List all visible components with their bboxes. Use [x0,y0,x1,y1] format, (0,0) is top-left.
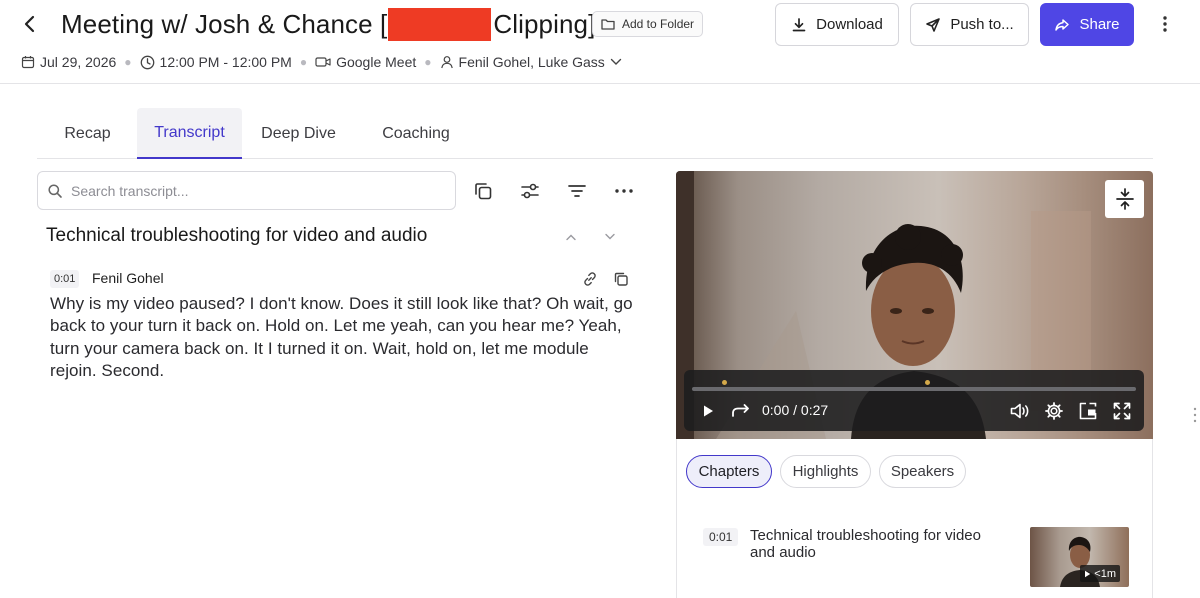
more-transcript-options-button[interactable] [611,178,637,204]
add-to-folder-button[interactable]: Add to Folder [592,11,704,37]
copy-link-button[interactable] [581,270,599,288]
time-display: 0:00 / 0:27 [762,402,828,418]
search-icon [48,183,62,198]
back-button[interactable] [18,12,42,36]
redo-arrow-icon [732,404,749,417]
push-to-button[interactable]: Push to... [910,3,1029,46]
chapter-timestamp[interactable]: 0:01 [703,528,739,546]
next-chapter-button[interactable] [600,227,620,247]
fullscreen-button[interactable] [1111,401,1133,421]
meta-platform: Google Meet [315,54,416,70]
participants-dropdown[interactable]: Fenil Gohel, Luke Gass [440,54,622,70]
more-options-button[interactable] [1154,12,1176,36]
download-icon [792,17,806,31]
meeting-meta: Jul 29, 2026 ● 12:00 PM - 12:00 PM ● Goo… [21,52,622,72]
meta-time: 12:00 PM - 12:00 PM [140,54,292,70]
separator-dot: ● [124,55,132,69]
settings-button[interactable] [1043,401,1065,421]
add-to-folder-label: Add to Folder [622,17,695,31]
user-icon [440,56,453,69]
segment-text: Why is my video paused? I don't know. Do… [50,294,633,380]
search-box [37,171,456,210]
tab-coaching[interactable]: Coaching [359,108,473,159]
chapter-heading: Technical troubleshooting for video and … [46,225,428,246]
meeting-title: Meeting w/ Josh & Chance [ Clipping] [61,6,595,42]
volume-button[interactable] [1009,401,1031,421]
title-suffix: Clipping] [493,8,596,39]
meta-date-text: Jul 29, 2026 [40,54,117,70]
clock-icon [140,55,154,69]
picture-in-picture-icon [1079,402,1097,420]
download-label: Download [816,16,883,33]
tab-chapters[interactable]: Chapters [686,455,772,488]
main-tabs: Recap Transcript Deep Dive Coaching [37,108,1153,159]
participants-text: Fenil Gohel, Luke Gass [458,54,605,70]
gear-icon [1045,402,1063,420]
filter-button[interactable] [564,178,590,204]
meta-time-text: 12:00 PM - 12:00 PM [159,54,292,70]
share-label: Share [1079,16,1120,33]
adjust-button[interactable] [517,178,543,204]
meta-platform-text: Google Meet [336,54,417,70]
progress-bar[interactable] [692,380,1136,391]
title-prefix: Meeting w/ Josh & Chance [ [61,8,388,39]
separator-dot: ● [299,55,308,69]
resize-handle[interactable] [1192,406,1198,424]
play-button[interactable] [700,401,716,421]
player-controls: 0:00 / 0:27 [684,370,1144,431]
chapter-marker[interactable] [722,380,727,385]
drag-handle-icon [1193,407,1197,423]
skip-forward-button[interactable] [731,401,751,421]
search-input[interactable] [71,182,431,199]
chapter-marker[interactable] [925,380,930,385]
push-to-label: Push to... [950,16,1014,33]
duration-badge-text: <1m [1094,567,1116,580]
previous-chapter-button[interactable] [561,227,581,247]
copy-icon [475,183,492,200]
vertical-dots-icon [1163,16,1167,32]
time-separator: / [793,402,798,418]
separator-dot: ● [424,55,432,69]
download-button[interactable]: Download [775,3,899,46]
speaker-name: Fenil Gohel [92,270,164,286]
segment-timestamp[interactable]: 0:01 [50,270,80,288]
send-icon [926,17,941,32]
tab-recap[interactable]: Recap [37,108,138,159]
share-icon [1055,18,1070,31]
picture-in-picture-button[interactable] [1077,401,1099,421]
horizontal-dots-icon [615,189,633,193]
sliders-icon [521,183,539,199]
filter-lines-icon [568,185,586,197]
play-icon [704,405,713,417]
chevron-left-icon [24,15,35,33]
video-camera-icon [315,57,331,67]
tab-speakers[interactable]: Speakers [879,455,966,488]
copy-icon [614,272,628,286]
redacted-block [388,7,492,41]
chevron-up-icon [566,234,576,241]
play-icon [1085,570,1091,577]
duration: 0:27 [800,402,829,418]
tab-highlights[interactable]: Highlights [780,455,871,488]
chevron-down-icon [610,58,622,65]
chapter-title[interactable]: Technical troubleshooting for video and … [750,527,1000,561]
folder-icon [601,19,615,30]
calendar-icon [21,56,35,69]
collapse-icon [1115,188,1134,210]
tab-deep-dive[interactable]: Deep Dive [247,108,350,159]
collapse-player-button[interactable] [1105,180,1144,218]
volume-icon [1010,403,1029,419]
tab-transcript[interactable]: Transcript [137,108,242,159]
link-icon [584,272,596,286]
chapter-thumbnail[interactable]: <1m [1030,527,1129,587]
current-time: 0:00 [762,402,790,418]
share-button[interactable]: Share [1040,3,1134,46]
fullscreen-icon [1113,402,1131,420]
meta-date: Jul 29, 2026 [21,54,116,70]
copy-segment-button[interactable] [612,270,630,288]
chevron-down-icon [605,233,615,240]
header: Meeting w/ Josh & Chance [ Clipping] Add… [0,0,1200,84]
duration-badge: <1m [1080,565,1120,582]
copy-transcript-button[interactable] [470,178,496,204]
